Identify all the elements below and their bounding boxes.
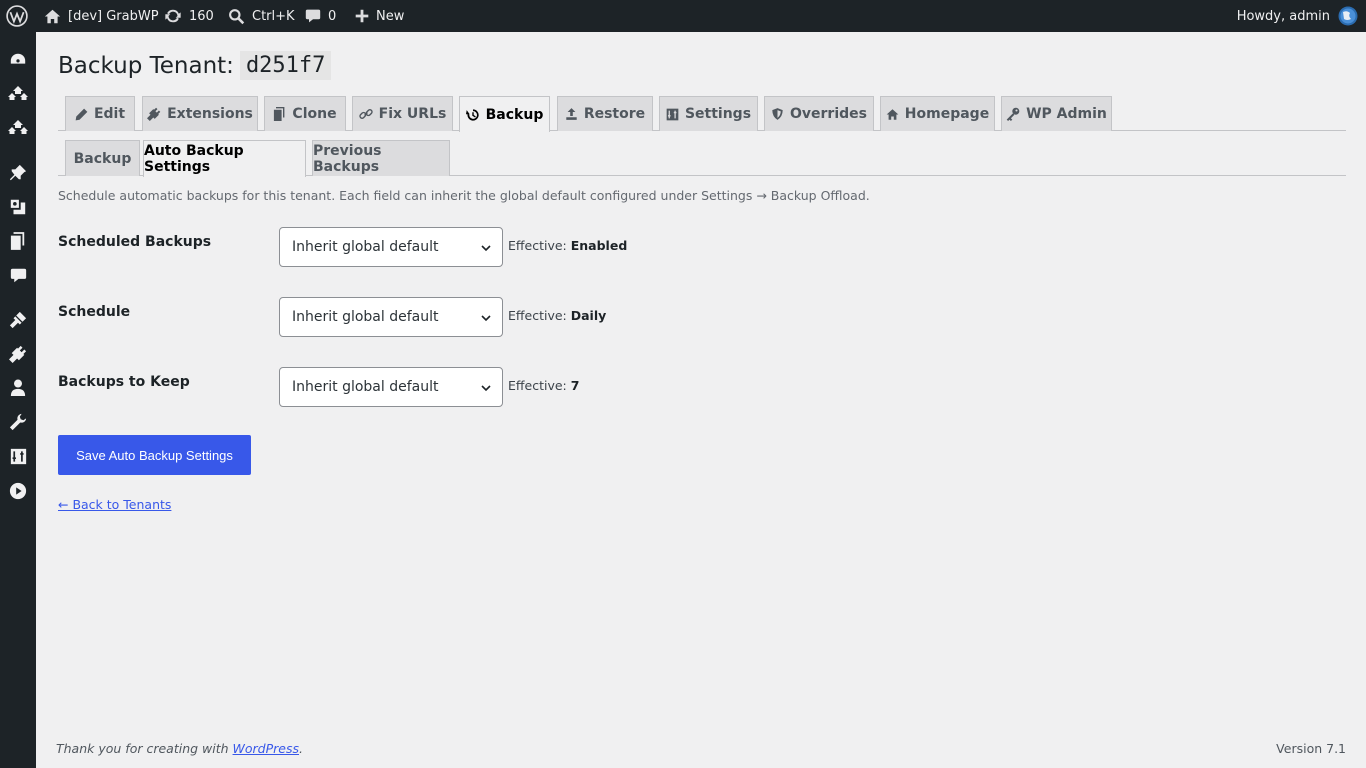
pencil-icon [75,108,88,120]
wordpress-logo-icon[interactable] [6,0,28,32]
save-auto-backup-settings-button[interactable]: Save Auto Backup Settings [58,435,251,475]
new-content-link[interactable]: New [355,0,404,32]
command-search[interactable]: Ctrl+K [228,0,295,32]
updates-link[interactable]: 160 [164,0,214,32]
page-title: Backup Tenant: d251f7 [58,51,332,80]
home-icon [44,9,61,23]
home-icon [886,108,899,120]
backup-sub-tabs: Backup Auto Backup Settings Previous Bac… [58,140,1346,177]
tenant-id: d251f7 [239,51,332,80]
dashboard-icon[interactable] [8,50,28,70]
footer-version: Version 7.1 [1276,741,1346,756]
description: Schedule automatic backups for this tena… [58,188,870,203]
page-title-text: Backup Tenant: [58,52,234,79]
updates-count: 160 [189,8,214,24]
network-alt-icon[interactable] [8,118,28,138]
tenant-nav-tabs: Edit Extensions Clone Fix URLs Backup Re… [58,96,1346,132]
chevron-down-icon [481,245,491,252]
updates-icon [165,9,181,23]
tab-restore[interactable]: Restore [557,96,653,131]
comments-count: 0 [328,8,337,24]
users-icon[interactable] [8,378,28,398]
settings-icon[interactable] [8,446,28,466]
back-to-tenants-link[interactable]: ← Back to Tenants [58,497,171,512]
site-name-link[interactable]: [dev] GrabWP [44,0,159,32]
scheduled-backups-label: Scheduled Backups [58,234,212,250]
backups-to-keep-label: Backups to Keep [58,374,190,390]
play-icon[interactable] [8,481,28,501]
plugins-icon[interactable] [8,344,28,364]
admin-bar: [dev] GrabWP 160 Ctrl+K 0 New Howdy, adm… [0,0,1366,32]
tab-overrides[interactable]: Overrides [764,96,874,131]
subtab-previous-backups[interactable]: Previous Backups [312,140,450,176]
tab-homepage[interactable]: Homepage [880,96,995,131]
my-account[interactable]: Howdy, admin [1237,0,1358,32]
history-icon [465,108,479,121]
schedule-select[interactable]: Inherit global default [279,297,503,337]
backups-to-keep-select[interactable]: Inherit global default [279,367,503,407]
admin-menu [0,32,36,768]
schedule-effective: Effective: Daily [508,308,607,323]
subtab-backup[interactable]: Backup [65,140,140,176]
chevron-down-icon [481,315,491,322]
tab-edit[interactable]: Edit [65,96,135,131]
pin-icon[interactable] [8,163,28,183]
shield-icon [772,108,783,120]
copy-icon [274,107,285,121]
tab-backup[interactable]: Backup [459,96,550,132]
footer-thanks: Thank you for creating with WordPress. [56,741,303,756]
comment-icon [305,9,321,23]
tools-icon[interactable] [8,412,28,432]
howdy-text: Howdy, admin [1236,8,1330,24]
network-icon[interactable] [8,84,28,104]
wordpress-link[interactable]: WordPress [233,741,299,756]
plug-icon [147,107,161,121]
tab-clone[interactable]: Clone [264,96,346,131]
chevron-down-icon [481,385,491,392]
backups-to-keep-effective: Effective: 7 [508,378,580,393]
appearance-icon[interactable] [8,310,28,330]
tab-settings[interactable]: Settings [659,96,758,131]
scheduled-backups-select[interactable]: Inherit global default [279,227,503,267]
subtab-auto-backup-settings[interactable]: Auto Backup Settings [143,140,306,177]
search-shortcut: Ctrl+K [252,8,295,24]
link-icon [358,109,373,119]
new-label: New [376,8,405,24]
comments-icon[interactable] [8,265,28,285]
main-content: Backup Tenant: d251f7 Edit Extensions Cl… [36,32,1366,768]
search-icon [229,8,245,24]
tab-wp-admin[interactable]: WP Admin [1001,96,1112,131]
comments-link[interactable]: 0 [305,0,336,32]
settings-icon [666,108,679,120]
scheduled-backups-effective: Effective: Enabled [508,238,628,253]
plus-icon [355,9,369,23]
tab-extensions[interactable]: Extensions [142,96,258,131]
key-icon [1006,107,1020,121]
pages-icon[interactable] [8,231,28,251]
upload-icon [566,108,577,120]
avatar [1338,6,1358,26]
tab-fix-urls[interactable]: Fix URLs [352,96,453,131]
site-name: [dev] GrabWP [68,8,159,24]
media-icon[interactable] [8,197,28,217]
schedule-label: Schedule [58,304,131,320]
